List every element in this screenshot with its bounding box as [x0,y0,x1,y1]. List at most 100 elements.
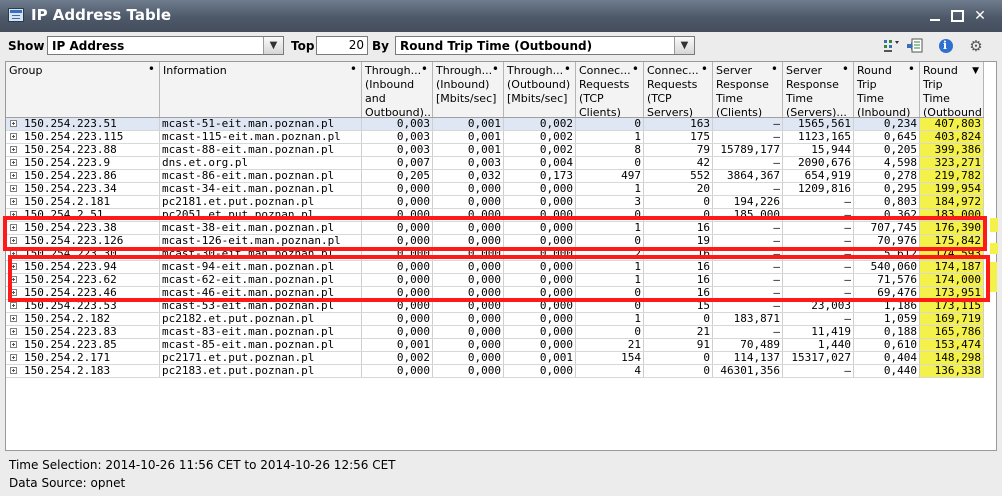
metric-cell: 1 [576,261,644,273]
expand-icon[interactable] [10,224,17,231]
column-header-1[interactable]: Group • [6,62,160,117]
expand-icon[interactable] [10,198,17,205]
column-header-9[interactable]: Server Response Time (Servers)... [msec]… [783,62,854,117]
expand-icon[interactable] [10,133,17,140]
table-row[interactable]: 150.254.223.51 mcast-51-eit.man.poznan.pl… [6,118,984,131]
table-row[interactable]: 150.254.223.30 mcast-30-eit.man.poznan.pl… [6,248,984,261]
column-menu-icon[interactable]: • [148,62,155,76]
show-select[interactable]: IP Address ▼ [47,36,284,55]
sort-descending-icon[interactable]: ▼ [972,64,979,78]
table-row[interactable]: 150.254.2.182 pc2182.et.put.poznan.pl 0,00… [6,313,984,326]
table-row[interactable]: 150.254.223.34 mcast-34-eit.man.poznan.pl… [6,183,984,196]
column-menu-icon[interactable]: • [771,62,778,76]
column-menu-icon[interactable]: • [908,62,915,76]
column-header-11[interactable]: Round Trip Time (Outbound) [msec]▼ [920,62,984,117]
expand-icon[interactable] [10,250,17,257]
table-row[interactable]: 150.254.223.53 mcast-53-eit.man.poznan.pl… [6,300,984,313]
yellow-highlight-mark [990,262,997,292]
hostname-cell: mcast-85-eit.man.poznan.pl [160,339,362,351]
chevron-down-icon[interactable]: ▼ [674,37,694,54]
column-menu-icon[interactable]: • [701,62,708,76]
column-header-3[interactable]: Through... (Inbound and Outbound)... • [362,62,433,117]
table-row[interactable]: 150.254.223.62 mcast-62-eit.man.poznan.pl… [6,274,984,287]
table-row[interactable]: 150.254.223.115 mcast-115-eit.man.poznan.… [6,131,984,144]
table-row[interactable]: 150.254.223.88 mcast-88-eit.man.poznan.pl… [6,144,984,157]
expand-icon[interactable] [10,276,17,283]
metric-cell: 16 [644,222,713,234]
metric-cell: – [783,235,854,247]
window-title-bar[interactable]: IP Address Table ✕ [0,0,1002,32]
column-header-7[interactable]: Connec... Requests (TCP Servers) [#]• [644,62,713,117]
table-row[interactable]: 150.254.223.38 mcast-38-eit.man.poznan.pl… [6,222,984,235]
column-header-6[interactable]: Connec... Requests (TCP Clients) [#]• [576,62,644,117]
column-menu-icon[interactable]: • [564,62,571,76]
expand-icon[interactable] [10,315,17,322]
metric-cell: 1 [576,274,644,286]
expand-icon[interactable] [10,328,17,335]
metric-cell: 0,000 [504,235,576,247]
expand-icon[interactable] [10,302,17,309]
export-icon[interactable] [906,38,924,54]
metric-cell: 0,000 [504,261,576,273]
metric-cell: 0,404 [854,352,920,364]
info-icon[interactable]: i [937,38,955,54]
table-row[interactable]: 150.254.223.94 mcast-94-eit.man.poznan.pl… [6,261,984,274]
expand-icon[interactable] [10,172,17,179]
expand-icon[interactable] [10,237,17,244]
group-cell: 150.254.223.94 [6,261,160,273]
metric-cell: – [713,287,783,299]
top-count-input[interactable]: 20 [316,36,368,55]
metric-cell: 16 [644,287,713,299]
column-menu-icon[interactable]: • [421,62,428,76]
expand-icon[interactable] [10,367,17,374]
expand-icon[interactable] [10,289,17,296]
close-button[interactable]: ✕ [971,8,989,24]
chevron-down-icon[interactable]: ▼ [263,37,283,54]
expand-icon[interactable] [10,354,17,361]
table-row[interactable]: 150.254.223.9 dns.et.org.pl 0,007 0,003 0,00… [6,157,984,170]
table-row[interactable]: 150.254.223.85 mcast-85-eit.man.poznan.pl… [6,339,984,352]
column-header-2[interactable]: Information • [160,62,362,117]
table-row[interactable]: 150.254.2.181 pc2181.et.put.poznan.pl 0,00… [6,196,984,209]
ip-address-text: 150.254.223.126 [24,235,124,247]
ip-address-text: 150.254.223.62 [24,274,117,286]
metric-cell: 0,000 [362,365,433,377]
column-menu-icon[interactable]: • [492,62,499,76]
ip-address-text: 150.254.223.94 [24,261,117,273]
column-header-8[interactable]: Server Response Time (Clients) [msec]• [713,62,783,117]
hostname-cell: dns.et.org.pl [160,157,362,169]
column-menu-icon[interactable]: • [632,62,639,76]
group-cell: 150.254.223.83 [6,326,160,338]
column-header-5[interactable]: Through... (Outbound) [Mbits/sec] • [504,62,576,117]
table-row[interactable]: 150.254.2.51 pc2051.et.put.poznan.pl 0,000… [6,209,984,222]
metric-cell: 114,137 [713,352,783,364]
maximize-button[interactable] [948,8,966,24]
metric-cell: 0,032 [433,170,504,182]
table-row[interactable]: 150.254.223.83 mcast-83-eit.man.poznan.pl… [6,326,984,339]
table-row[interactable]: 150.254.223.86 mcast-86-eit.man.poznan.pl… [6,170,984,183]
expand-icon[interactable] [10,120,17,127]
expand-icon[interactable] [10,341,17,348]
table-row[interactable]: 150.254.2.183 pc2183.et.put.poznan.pl 0,00… [6,365,984,378]
expand-icon[interactable] [10,159,17,166]
column-header-10[interactable]: Round Trip Time (Inbound) [msec]• [854,62,920,117]
column-chooser-icon[interactable] [883,38,901,54]
column-header-4[interactable]: Through... (Inbound) [Mbits/sec] • [433,62,504,117]
sort-by-select[interactable]: Round Trip Time (Outbound) ▼ [395,36,695,55]
expand-icon[interactable] [10,146,17,153]
column-menu-icon[interactable]: • [842,62,849,76]
metric-cell: 407,803 [920,118,984,130]
group-cell: 150.254.2.51 [6,209,160,221]
minimize-button[interactable] [926,8,944,24]
table-row[interactable]: 150.254.223.46 mcast-46-eit.man.poznan.pl… [6,287,984,300]
expand-icon[interactable] [10,185,17,192]
expand-icon[interactable] [10,263,17,270]
column-menu-icon[interactable]: • [350,62,357,76]
expand-icon[interactable] [10,211,17,218]
table-row[interactable]: 150.254.223.126 mcast-126-eit.man.poznan.… [6,235,984,248]
column-header-label: Through... (Inbound and Outbound)... [365,64,433,117]
table-row[interactable]: 150.254.2.171 pc2171.et.put.poznan.pl 0,00… [6,352,984,365]
ip-address-text: 150.254.223.115 [24,131,124,143]
metric-cell: 0,188 [854,326,920,338]
settings-icon[interactable]: ⚙ [967,38,985,54]
